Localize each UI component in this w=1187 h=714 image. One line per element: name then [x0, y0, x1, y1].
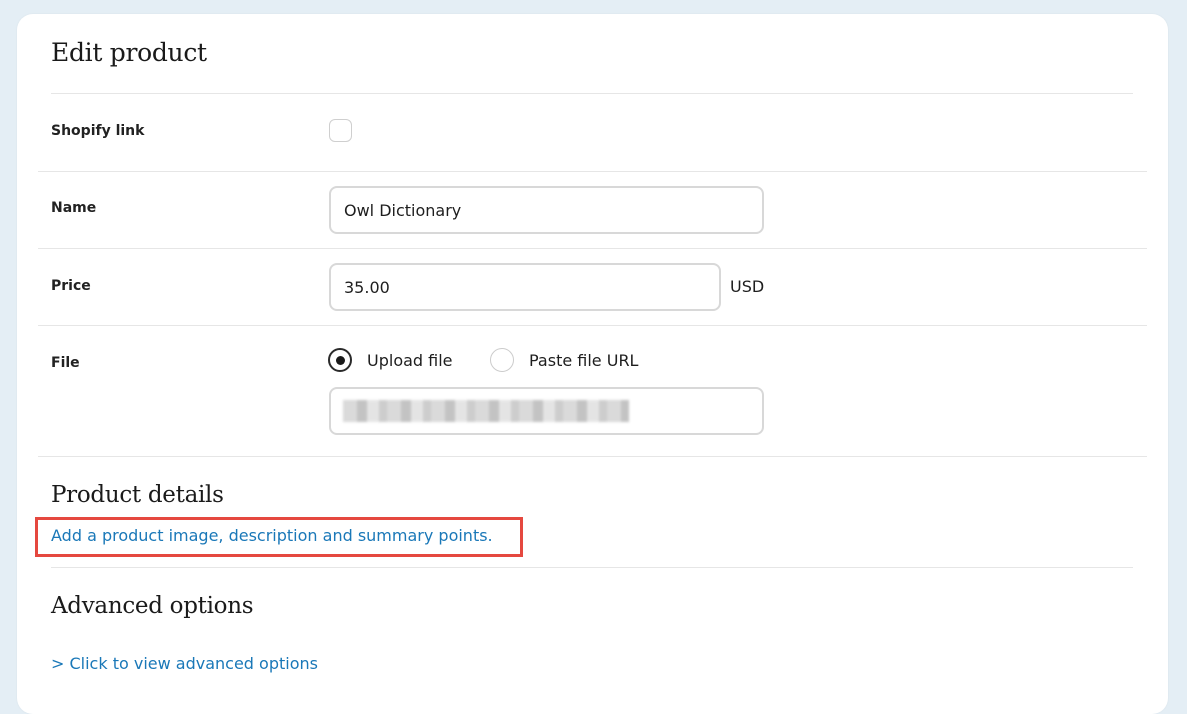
view-advanced-options-link[interactable]: > Click to view advanced options: [51, 654, 318, 673]
radio-selected-icon[interactable]: [328, 348, 352, 372]
file-name-field[interactable]: [329, 387, 764, 435]
paste-url-label: Paste file URL: [529, 350, 639, 370]
divider: [38, 171, 1147, 172]
divider: [38, 456, 1147, 457]
price-input[interactable]: [329, 263, 721, 311]
advanced-options-heading: Advanced options: [51, 593, 254, 619]
product-details-heading: Product details: [51, 482, 224, 508]
redacted-file-name: [343, 400, 629, 422]
file-label: File: [51, 355, 80, 371]
page-title: Edit product: [51, 38, 207, 67]
name-label: Name: [51, 200, 97, 216]
divider: [38, 325, 1147, 326]
edit-product-card: Edit product Shopify link Name Price USD…: [17, 14, 1168, 714]
divider: [51, 93, 1133, 94]
divider: [51, 567, 1133, 568]
price-label: Price: [51, 278, 91, 294]
name-input[interactable]: [329, 186, 764, 234]
paste-url-option[interactable]: Paste file URL: [490, 346, 638, 374]
shopify-link-label: Shopify link: [51, 123, 145, 139]
currency-label: USD: [730, 277, 765, 296]
highlight-box: [35, 517, 523, 557]
divider: [38, 248, 1147, 249]
shopify-link-checkbox[interactable]: [329, 119, 352, 142]
radio-unselected-icon[interactable]: [490, 348, 514, 372]
upload-file-option[interactable]: Upload file: [328, 346, 453, 374]
upload-file-label: Upload file: [367, 350, 453, 370]
